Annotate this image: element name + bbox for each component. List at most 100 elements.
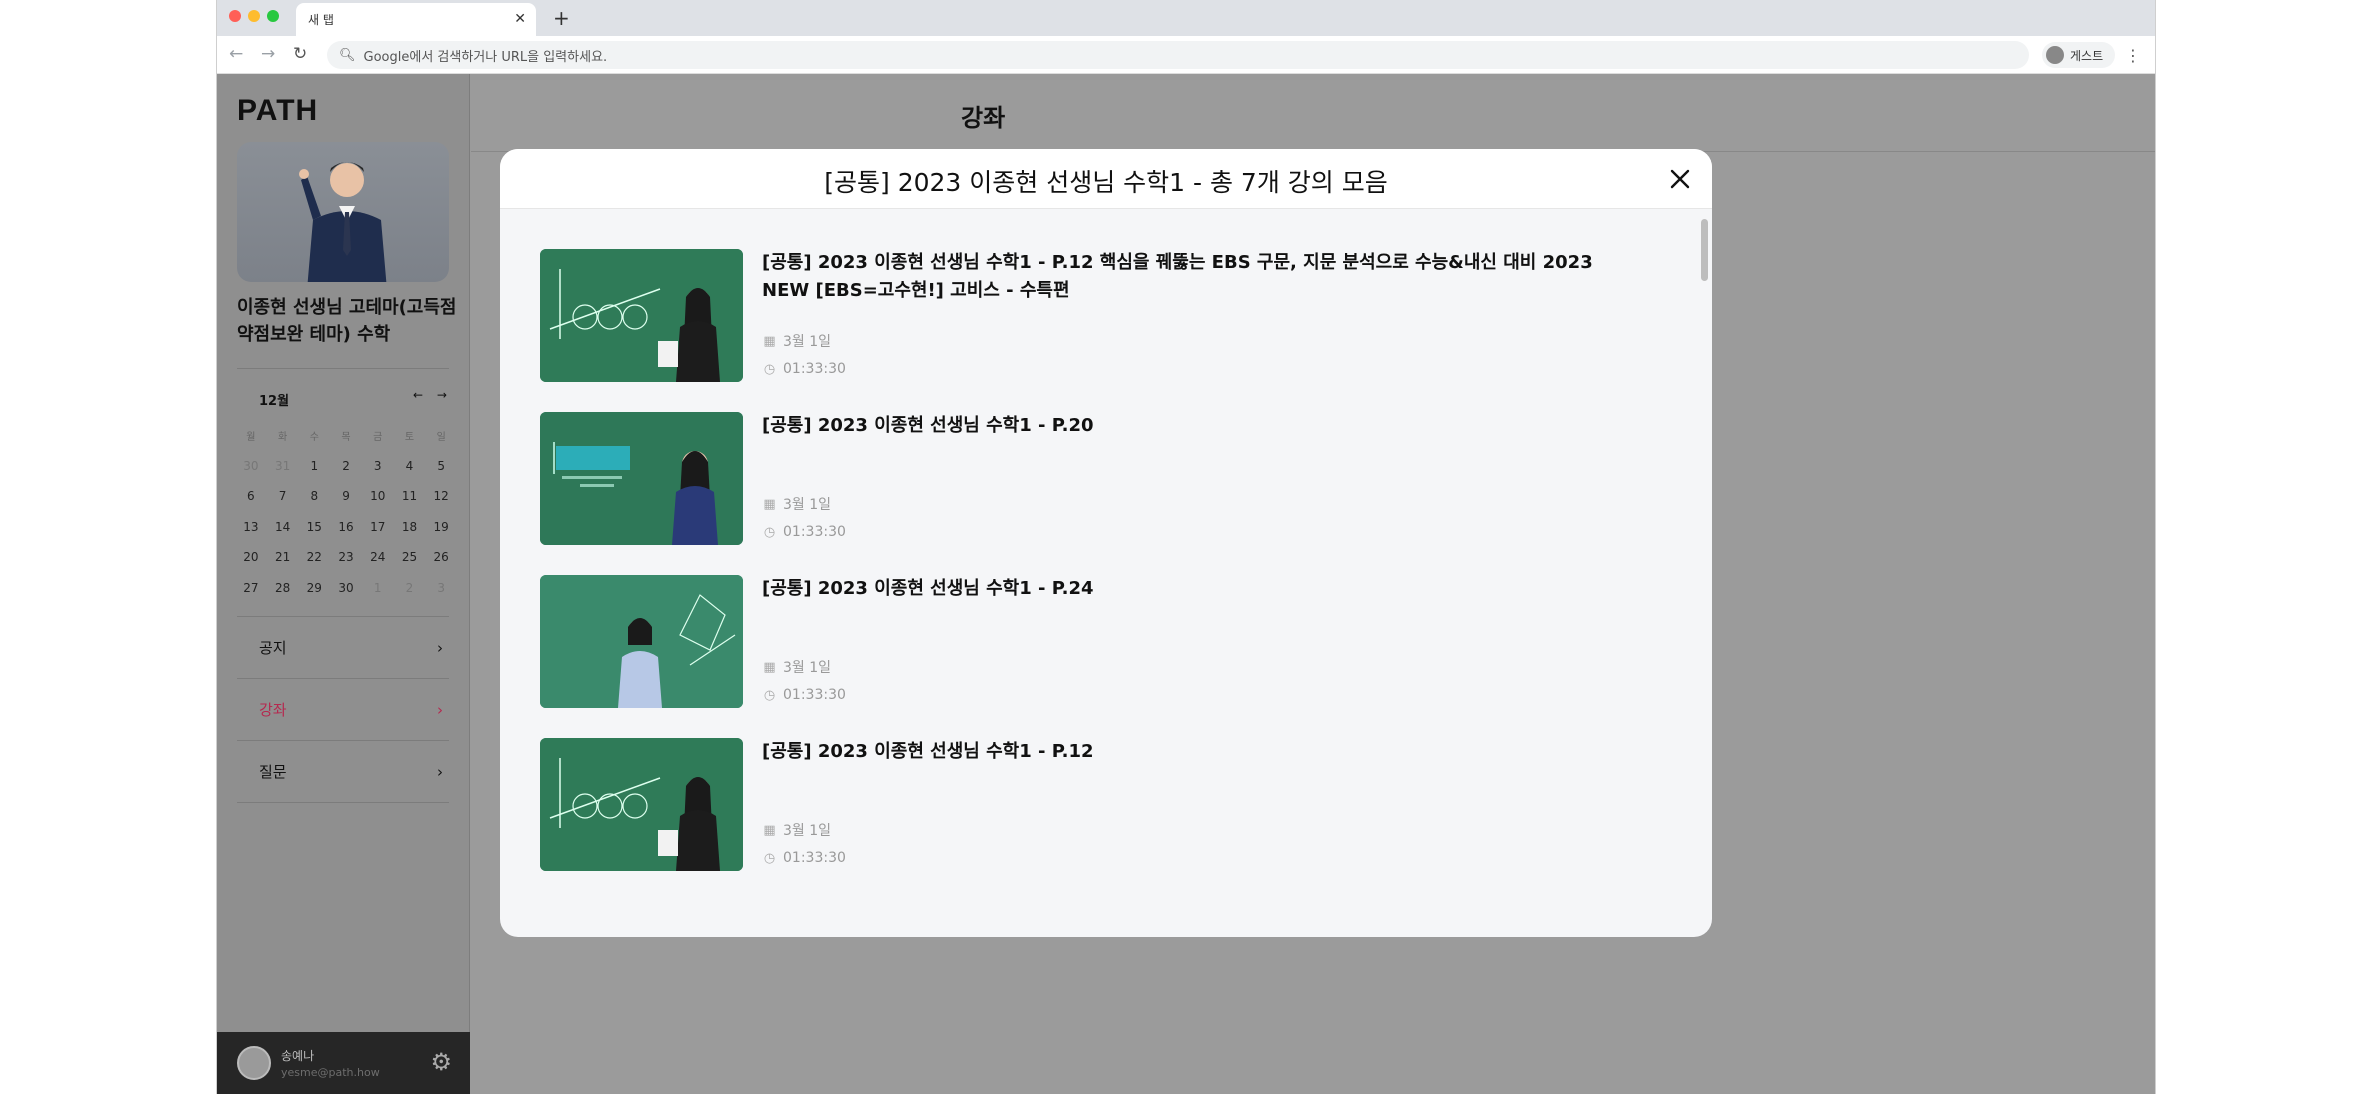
calendar-day[interactable]: 3 xyxy=(362,459,394,473)
calendar-icon: ▦ xyxy=(763,822,776,838)
calendar-nav: ← → xyxy=(413,388,447,402)
lecture-thumbnail[interactable] xyxy=(540,575,743,708)
app: PATH 이종현 선생님 고테마(고득점 약점보완 테마) 수학 12월 ← → xyxy=(217,74,2155,1094)
calendar-day[interactable]: 11 xyxy=(394,489,426,503)
calendar-day[interactable]: 4 xyxy=(394,459,426,473)
calendar-day[interactable]: 2 xyxy=(394,581,426,595)
browser-tab[interactable]: 새 탭 ✕ xyxy=(296,3,536,36)
lecture-title[interactable]: [공통] 2023 이종현 선생님 수학1 - P.12 xyxy=(762,738,1642,766)
forward-icon[interactable]: → xyxy=(261,44,275,64)
lecture-date: ▦ 3월 1일 xyxy=(762,331,831,351)
new-tab-icon[interactable]: + xyxy=(553,6,570,30)
user-info: 송예나 yesme@path.how xyxy=(281,1047,380,1079)
lecture-item[interactable]: [공통] 2023 이종현 선생님 수학1 - P.12 ▦ 3월 1일 ◷ 0… xyxy=(540,738,1670,901)
calendar-day[interactable]: 30 xyxy=(330,581,362,595)
calendar-day[interactable]: 22 xyxy=(298,550,330,564)
calendar-day[interactable]: 1 xyxy=(362,581,394,595)
calendar-day[interactable]: 14 xyxy=(267,520,299,534)
lecture-date: ▦ 3월 1일 xyxy=(762,494,831,514)
calendar-day[interactable]: 9 xyxy=(330,489,362,503)
maximize-window-button[interactable] xyxy=(267,10,279,22)
calendar-day[interactable]: 31 xyxy=(267,459,299,473)
gear-icon[interactable]: ⚙ xyxy=(430,1050,452,1074)
calendar-day[interactable]: 21 xyxy=(267,550,299,564)
thumbnail-image xyxy=(540,575,743,708)
calendar-day[interactable]: 29 xyxy=(298,581,330,595)
close-tab-icon[interactable]: ✕ xyxy=(514,11,526,27)
weekday: 일 xyxy=(436,431,446,443)
sidebar-item-notice[interactable]: 공지 › xyxy=(237,617,449,679)
modal-scrollbar[interactable] xyxy=(1701,219,1708,281)
reload-icon[interactable]: ↻ xyxy=(293,44,307,64)
calendar-day[interactable]: 6 xyxy=(235,489,267,503)
back-icon[interactable]: ← xyxy=(229,44,243,64)
close-icon[interactable] xyxy=(1666,165,1694,193)
calendar-day[interactable]: 15 xyxy=(298,520,330,534)
modal-header: [공통] 2023 이종현 선생님 수학1 - 총 7개 강의 모음 xyxy=(500,149,1712,209)
calendar-day[interactable]: 3 xyxy=(425,581,457,595)
calendar-day[interactable]: 10 xyxy=(362,489,394,503)
thumbnail-image xyxy=(540,249,743,382)
profile-button[interactable]: 게스트 xyxy=(2042,42,2116,68)
teacher-illustration xyxy=(299,162,387,282)
calendar-day[interactable]: 13 xyxy=(235,520,267,534)
calendar-day[interactable]: 26 xyxy=(425,550,457,564)
chevron-right-icon: › xyxy=(437,762,443,781)
calendar-day[interactable]: 18 xyxy=(394,520,426,534)
calendar-icon: ▦ xyxy=(763,496,776,512)
calendar-day[interactable]: 23 xyxy=(330,550,362,564)
lecture-thumbnail[interactable] xyxy=(540,738,743,871)
lecture-date-text: 3월 1일 xyxy=(783,334,832,350)
lecture-item[interactable]: [공통] 2023 이종현 선생님 수학1 - P.24 ▦ 3월 1일 ◷ 0… xyxy=(540,575,1670,738)
window-controls xyxy=(229,10,279,22)
close-window-button[interactable] xyxy=(229,10,241,22)
lecture-thumbnail[interactable] xyxy=(540,412,743,545)
calendar-day[interactable]: 30 xyxy=(235,459,267,473)
calendar-week: 13 14 15 16 17 18 19 xyxy=(235,512,457,543)
calendar-day[interactable]: 5 xyxy=(425,459,457,473)
lecture-list: [공통] 2023 이종현 선생님 수학1 - P.12 핵심을 꿰뚫는 EBS… xyxy=(540,249,1670,901)
calendar-next-icon[interactable]: → xyxy=(437,388,447,402)
calendar-day[interactable]: 2 xyxy=(330,459,362,473)
calendar-day[interactable]: 28 xyxy=(267,581,299,595)
calendar-month: 12월 xyxy=(259,394,290,409)
calendar-day[interactable]: 24 xyxy=(362,550,394,564)
omnibox[interactable]: 🔍︎ Google에서 검색하거나 URL을 입력하세요. xyxy=(327,41,2029,69)
calendar-day[interactable]: 20 xyxy=(235,550,267,564)
calendar-day[interactable]: 16 xyxy=(330,520,362,534)
calendar-day[interactable]: 7 xyxy=(267,489,299,503)
minimize-window-button[interactable] xyxy=(248,10,260,22)
avatar[interactable] xyxy=(237,1046,271,1080)
lecture-title[interactable]: [공통] 2023 이종현 선생님 수학1 - P.20 xyxy=(762,412,1642,440)
lecture-thumbnail[interactable] xyxy=(540,249,743,382)
lecture-title[interactable]: [공통] 2023 이종현 선생님 수학1 - P.12 핵심을 꿰뚫는 EBS… xyxy=(762,249,1642,305)
calendar-prev-icon[interactable]: ← xyxy=(413,388,423,402)
lecture-duration: ◷ 01:33:30 xyxy=(762,361,846,377)
sidebar-item-questions[interactable]: 질문 › xyxy=(237,741,449,803)
lecture-item[interactable]: [공통] 2023 이종현 선생님 수학1 - P.20 ▦ 3월 1일 ◷ 0… xyxy=(540,412,1670,575)
sidebar-item-label: 강좌 xyxy=(259,701,287,719)
lecture-duration: ◷ 01:33:30 xyxy=(762,687,846,703)
calendar-weekday-row: 월 화 수 목 금 토 일 xyxy=(235,420,457,451)
profile-icon xyxy=(2046,46,2064,64)
lecture-duration-text: 01:33:30 xyxy=(783,687,846,703)
calendar-day[interactable]: 12 xyxy=(425,489,457,503)
calendar-day[interactable]: 17 xyxy=(362,520,394,534)
calendar-day[interactable]: 19 xyxy=(425,520,457,534)
clock-icon: ◷ xyxy=(763,850,776,866)
logo[interactable]: PATH xyxy=(237,94,318,128)
lecture-item[interactable]: [공통] 2023 이종현 선생님 수학1 - P.12 핵심을 꿰뚫는 EBS… xyxy=(540,249,1670,412)
user-email: yesme@path.how xyxy=(281,1066,380,1079)
menu-kebab-icon[interactable]: ⋮ xyxy=(2125,46,2141,65)
weekday: 목 xyxy=(341,431,351,443)
sidebar-item-lectures[interactable]: 강좌 › xyxy=(237,679,449,741)
teacher-photo xyxy=(237,142,449,282)
divider xyxy=(237,368,449,369)
calendar-day[interactable]: 8 xyxy=(298,489,330,503)
calendar-day[interactable]: 25 xyxy=(394,550,426,564)
calendar-day[interactable]: 1 xyxy=(298,459,330,473)
lecture-date: ▦ 3월 1일 xyxy=(762,820,831,840)
lecture-title[interactable]: [공통] 2023 이종현 선생님 수학1 - P.24 xyxy=(762,575,1642,603)
weekday: 화 xyxy=(277,431,288,443)
calendar-day[interactable]: 27 xyxy=(235,581,267,595)
